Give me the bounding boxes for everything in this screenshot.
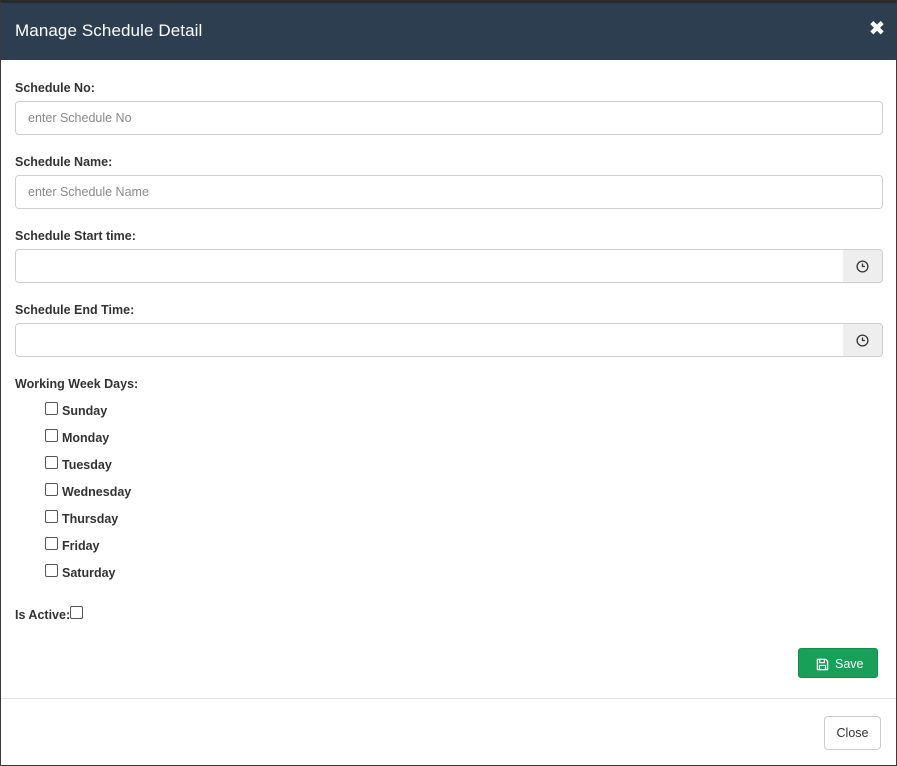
day-label: Thursday bbox=[62, 512, 119, 526]
sunday-checkbox[interactable] bbox=[45, 402, 58, 415]
saturday-checkbox[interactable] bbox=[45, 564, 58, 577]
schedule-no-label: Schedule No: bbox=[15, 81, 95, 95]
close-icon[interactable]: ✖ bbox=[868, 19, 886, 39]
start-time-picker bbox=[15, 249, 883, 283]
tuesday-checkbox[interactable] bbox=[45, 456, 58, 469]
day-label: Sunday bbox=[62, 404, 108, 418]
schedule-name-label: Schedule Name: bbox=[15, 155, 113, 169]
dialog-header: Manage Schedule Detail ✖ bbox=[1, 3, 896, 60]
day-label: Tuesday bbox=[62, 458, 112, 472]
clock-icon bbox=[856, 260, 869, 273]
day-label: Monday bbox=[62, 431, 110, 445]
monday-checkbox[interactable] bbox=[45, 429, 58, 442]
end-time-picker bbox=[15, 323, 883, 357]
footer-divider bbox=[1, 698, 896, 699]
thursday-checkbox[interactable] bbox=[45, 510, 58, 523]
day-label: Saturday bbox=[62, 566, 116, 580]
dialog-title: Manage Schedule Detail bbox=[15, 21, 203, 40]
is-active-checkbox[interactable] bbox=[70, 606, 83, 619]
clock-icon bbox=[856, 334, 869, 347]
end-time-input[interactable] bbox=[15, 323, 844, 357]
working-days-label: Working Week Days: bbox=[15, 377, 139, 391]
end-time-label: Schedule End Time: bbox=[15, 303, 135, 317]
start-time-picker-button[interactable] bbox=[843, 249, 883, 283]
friday-checkbox[interactable] bbox=[45, 537, 58, 550]
schedule-no-input[interactable] bbox=[15, 101, 883, 135]
schedule-name-input[interactable] bbox=[15, 175, 883, 209]
start-time-label: Schedule Start time: bbox=[15, 229, 136, 243]
manage-schedule-dialog: Manage Schedule Detail ✖ Schedule No: Sc… bbox=[0, 0, 897, 766]
is-active-label: Is Active: bbox=[15, 608, 71, 622]
floppy-disk-icon bbox=[816, 658, 829, 671]
save-button-label: Save bbox=[835, 657, 864, 671]
save-button[interactable]: Save bbox=[798, 648, 878, 678]
start-time-input[interactable] bbox=[15, 249, 844, 283]
day-label: Friday bbox=[62, 539, 100, 553]
close-button[interactable]: Close bbox=[824, 716, 881, 750]
wednesday-checkbox[interactable] bbox=[45, 483, 58, 496]
end-time-picker-button[interactable] bbox=[843, 323, 883, 357]
day-label: Wednesday bbox=[62, 485, 132, 499]
